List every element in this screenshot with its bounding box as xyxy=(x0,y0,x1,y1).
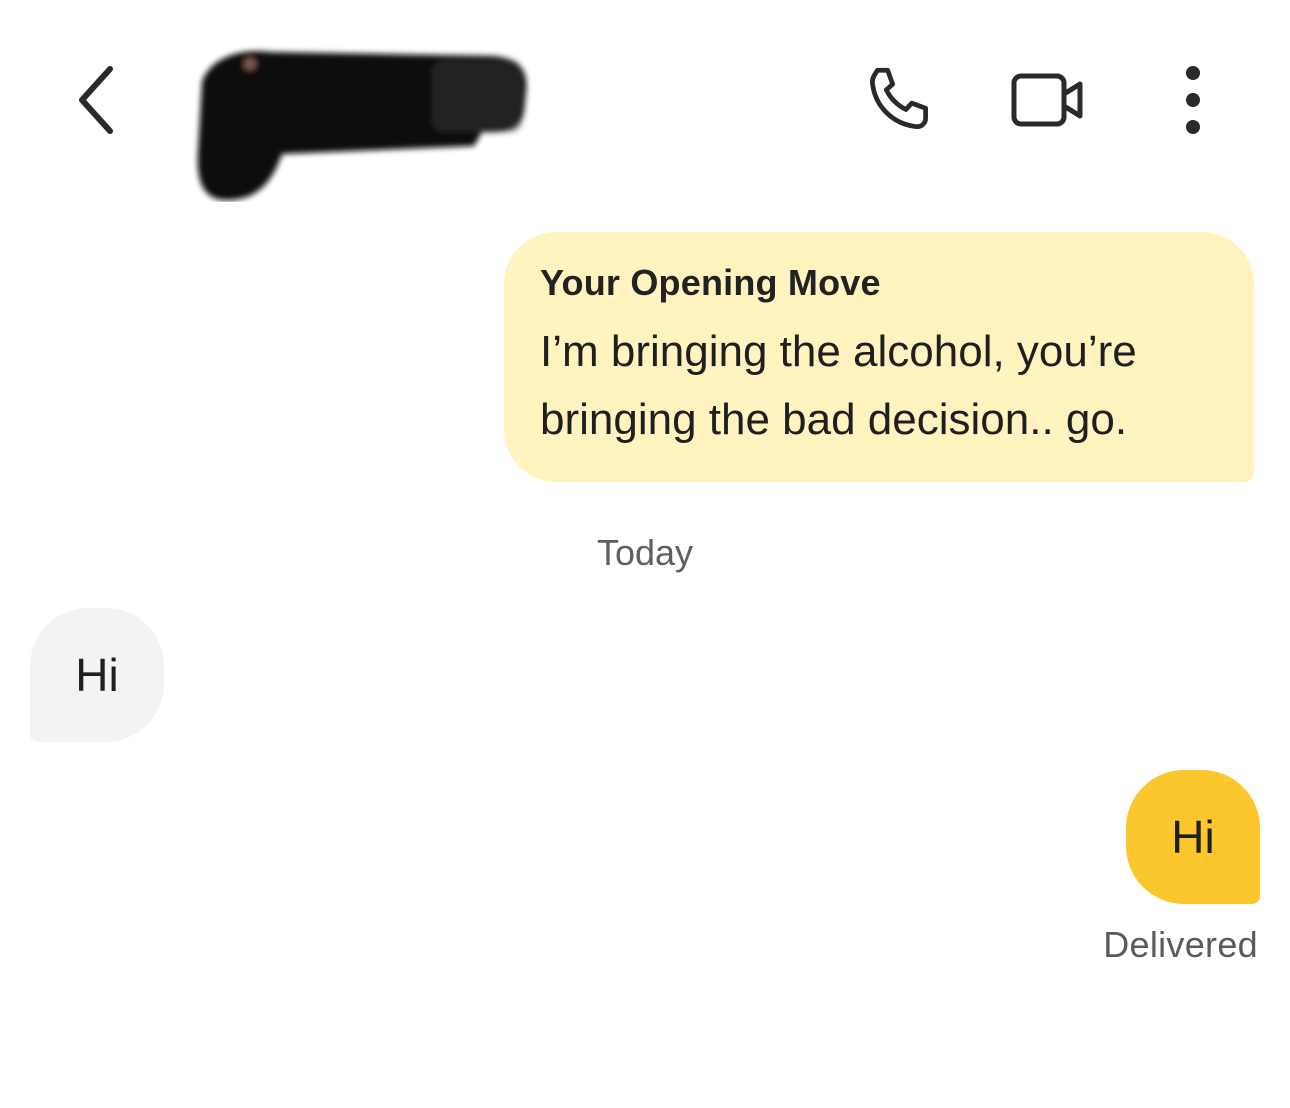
redaction-mark xyxy=(197,51,527,201)
phone-icon xyxy=(869,67,928,130)
video-camera-icon xyxy=(1011,73,1083,127)
back-button[interactable] xyxy=(60,58,132,142)
opening-move-text: I’m bringing the alcohol, you’re bringin… xyxy=(540,327,1137,444)
outgoing-message[interactable]: Hi xyxy=(1126,770,1260,904)
more-options-button[interactable] xyxy=(1160,58,1226,142)
opening-move-title: Your Opening Move xyxy=(540,262,881,303)
chevron-left-icon xyxy=(79,66,113,134)
opening-move-bubble: Your Opening Move I’m bringing the alcoh… xyxy=(504,232,1254,482)
message-text: Hi xyxy=(1171,811,1215,863)
date-divider: Today xyxy=(596,532,694,573)
more-vertical-icon xyxy=(1186,66,1200,134)
incoming-message[interactable]: Hi xyxy=(30,608,164,742)
video-call-button[interactable] xyxy=(1004,58,1090,142)
delivery-status: Delivered xyxy=(1103,924,1258,965)
contact-name-redacted[interactable] xyxy=(192,42,532,202)
voice-call-button[interactable] xyxy=(856,58,942,142)
message-text: Hi xyxy=(75,649,119,701)
